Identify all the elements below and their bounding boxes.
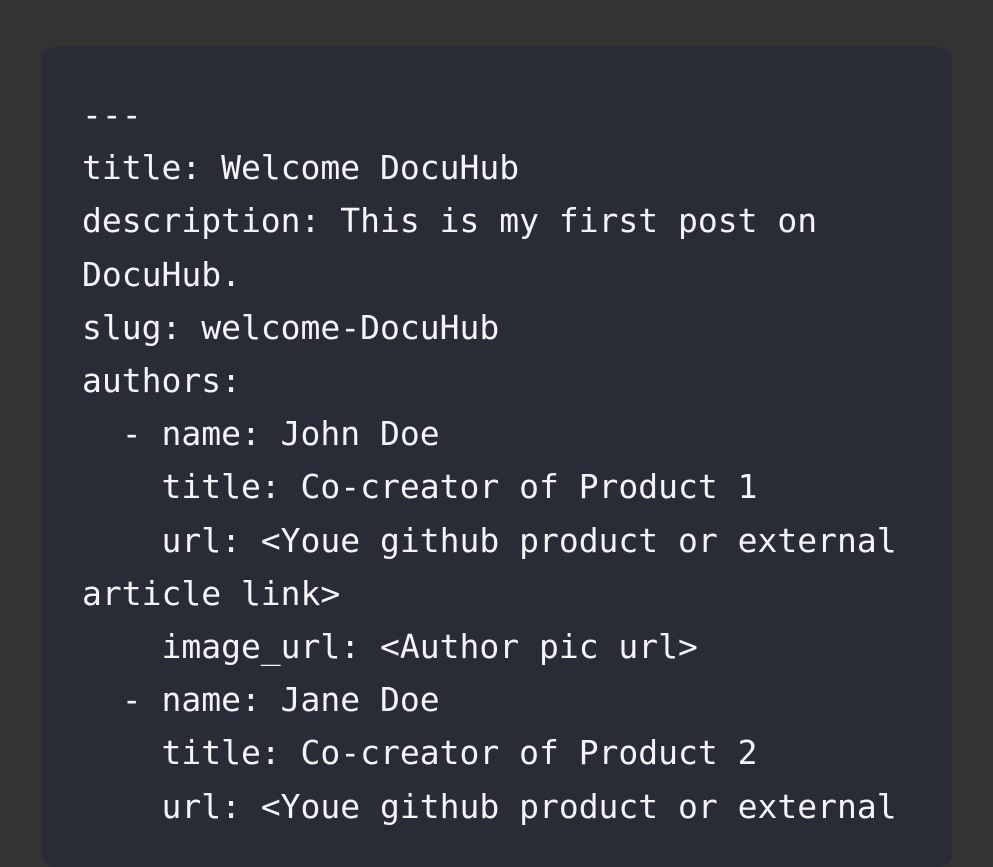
code-line: authors: — [82, 361, 241, 401]
code-line: title: Co-creator of Product 2 — [82, 733, 758, 773]
code-line: slug: welcome-DocuHub — [82, 307, 500, 347]
code-line: description: This is my first post on — [82, 201, 818, 241]
code-line: url: <Youe github product or external — [82, 520, 897, 560]
code-line: - name: Jane Doe — [82, 680, 440, 720]
code-block: --- title: Welcome DocuHub description: … — [41, 47, 952, 867]
code-line: title: Welcome DocuHub — [82, 148, 520, 188]
code-line: url: <Youe github product or external — [82, 786, 897, 826]
code-line: DocuHub. — [82, 254, 241, 294]
code-line: - name: John Doe — [82, 414, 440, 454]
code-line: image_url: <Author pic url> — [82, 627, 698, 667]
code-line: title: Co-creator of Product 1 — [82, 467, 758, 507]
code-line: --- — [82, 95, 142, 134]
code-line: article link> — [82, 573, 341, 613]
